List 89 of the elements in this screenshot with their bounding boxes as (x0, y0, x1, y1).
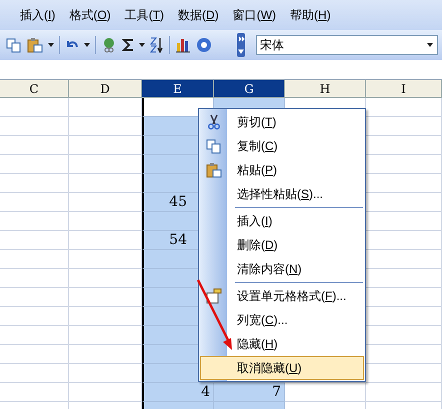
menu-item[interactable]: 格式(O) (69, 6, 111, 24)
table-cell[interactable] (69, 193, 142, 212)
table-cell[interactable] (366, 212, 442, 231)
table-cell[interactable] (69, 98, 142, 117)
toolbar-options-icon[interactable] (237, 33, 245, 57)
table-cell[interactable] (366, 326, 442, 345)
table-cell[interactable] (0, 193, 69, 212)
context-menu-item[interactable]: 复制(C) (200, 134, 364, 158)
table-cell[interactable] (366, 288, 442, 307)
table-cell[interactable] (69, 288, 142, 307)
table-cell[interactable] (366, 269, 442, 288)
table-cell[interactable] (366, 383, 442, 402)
context-menu-item[interactable]: 取消隐藏(U) (200, 356, 364, 380)
table-cell[interactable] (69, 250, 142, 269)
table-cell[interactable] (366, 174, 442, 193)
table-cell[interactable] (366, 155, 442, 174)
table-cell[interactable]: 7 (214, 383, 285, 402)
context-menu-item[interactable]: 设置单元格格式(F)... (200, 284, 364, 308)
menu-item[interactable]: 数据(D) (178, 6, 219, 24)
format-cells-icon (206, 288, 222, 304)
sigma-icon[interactable] (122, 38, 134, 52)
table-cell[interactable] (69, 174, 142, 193)
context-menu-item[interactable]: 列宽(C)... (200, 308, 364, 332)
clipboard-icon (206, 162, 222, 178)
table-cell[interactable] (69, 307, 142, 326)
table-cell[interactable] (69, 231, 142, 250)
dropdown-arrow-icon[interactable] (48, 43, 54, 47)
help-icon[interactable] (196, 37, 212, 53)
column-header[interactable]: H (285, 80, 366, 98)
column-header[interactable]: C (0, 80, 69, 98)
table-cell[interactable] (0, 326, 69, 345)
scissors-icon (206, 114, 222, 130)
table-cell[interactable] (0, 383, 69, 402)
table-cell[interactable] (69, 326, 142, 345)
table-cell[interactable] (0, 98, 69, 117)
table-cell[interactable] (0, 250, 69, 269)
clipboard-icon[interactable] (27, 37, 43, 53)
copy-icon (206, 138, 222, 154)
table-cell[interactable] (69, 364, 142, 383)
table-cell[interactable] (69, 383, 142, 402)
table-cell[interactable] (0, 307, 69, 326)
table-cell[interactable] (0, 231, 69, 250)
table-cell[interactable] (0, 212, 69, 231)
column-header[interactable]: D (69, 80, 142, 98)
menu-item[interactable]: 插入(I) (20, 6, 56, 24)
copy-icon[interactable] (6, 37, 22, 53)
table-cell[interactable] (69, 269, 142, 288)
dropdown-arrow-icon[interactable] (139, 43, 145, 47)
column-header[interactable]: E (142, 80, 214, 98)
table-cell[interactable] (0, 269, 69, 288)
table-cell[interactable] (0, 364, 69, 383)
table-cell[interactable] (0, 155, 69, 174)
table-cell[interactable] (0, 117, 69, 136)
context-menu-item[interactable]: 剪切(T) (200, 110, 364, 134)
dropdown-arrow-icon[interactable] (84, 43, 90, 47)
table-cell[interactable] (0, 174, 69, 193)
column-header[interactable]: I (366, 80, 442, 98)
table-cell[interactable] (0, 345, 69, 364)
table-cell[interactable] (285, 383, 366, 402)
context-menu-item[interactable]: 清除内容(N) (200, 257, 364, 281)
table-cell[interactable] (366, 231, 442, 250)
sort-ascending-icon[interactable] (150, 37, 164, 53)
menu-item[interactable]: 工具(T) (124, 6, 164, 24)
menu-item[interactable]: 窗口(W) (232, 6, 276, 24)
table-cell[interactable] (366, 345, 442, 364)
context-menu-item[interactable]: 隐藏(H) (200, 332, 364, 356)
table-cell[interactable] (0, 288, 69, 307)
table-cell[interactable] (366, 250, 442, 269)
table-cell[interactable] (69, 212, 142, 231)
table-cell[interactable] (366, 307, 442, 326)
table-cell[interactable] (366, 193, 442, 212)
table-cell[interactable] (0, 136, 69, 155)
context-menu-item[interactable]: 粘贴(P) (200, 158, 364, 182)
dropdown-arrow-icon[interactable] (427, 43, 433, 47)
bar-chart-icon[interactable] (175, 37, 191, 53)
table-cell[interactable] (366, 364, 442, 383)
table-cell[interactable] (366, 117, 442, 136)
menu-item[interactable]: 帮助(H) (290, 6, 331, 24)
globe-link-icon[interactable] (101, 37, 117, 53)
font-field[interactable]: 宋体 (256, 35, 438, 55)
table-cell[interactable] (69, 136, 142, 155)
table-cell[interactable] (69, 155, 142, 174)
context-menu-item[interactable]: 插入(I) (200, 209, 364, 233)
table-cell[interactable] (69, 117, 142, 136)
table-cell[interactable] (366, 98, 442, 117)
table-cell[interactable] (366, 136, 442, 155)
table-cell[interactable]: 4 (142, 383, 214, 402)
column-header[interactable]: G (214, 80, 285, 98)
table-cell[interactable] (69, 345, 142, 364)
